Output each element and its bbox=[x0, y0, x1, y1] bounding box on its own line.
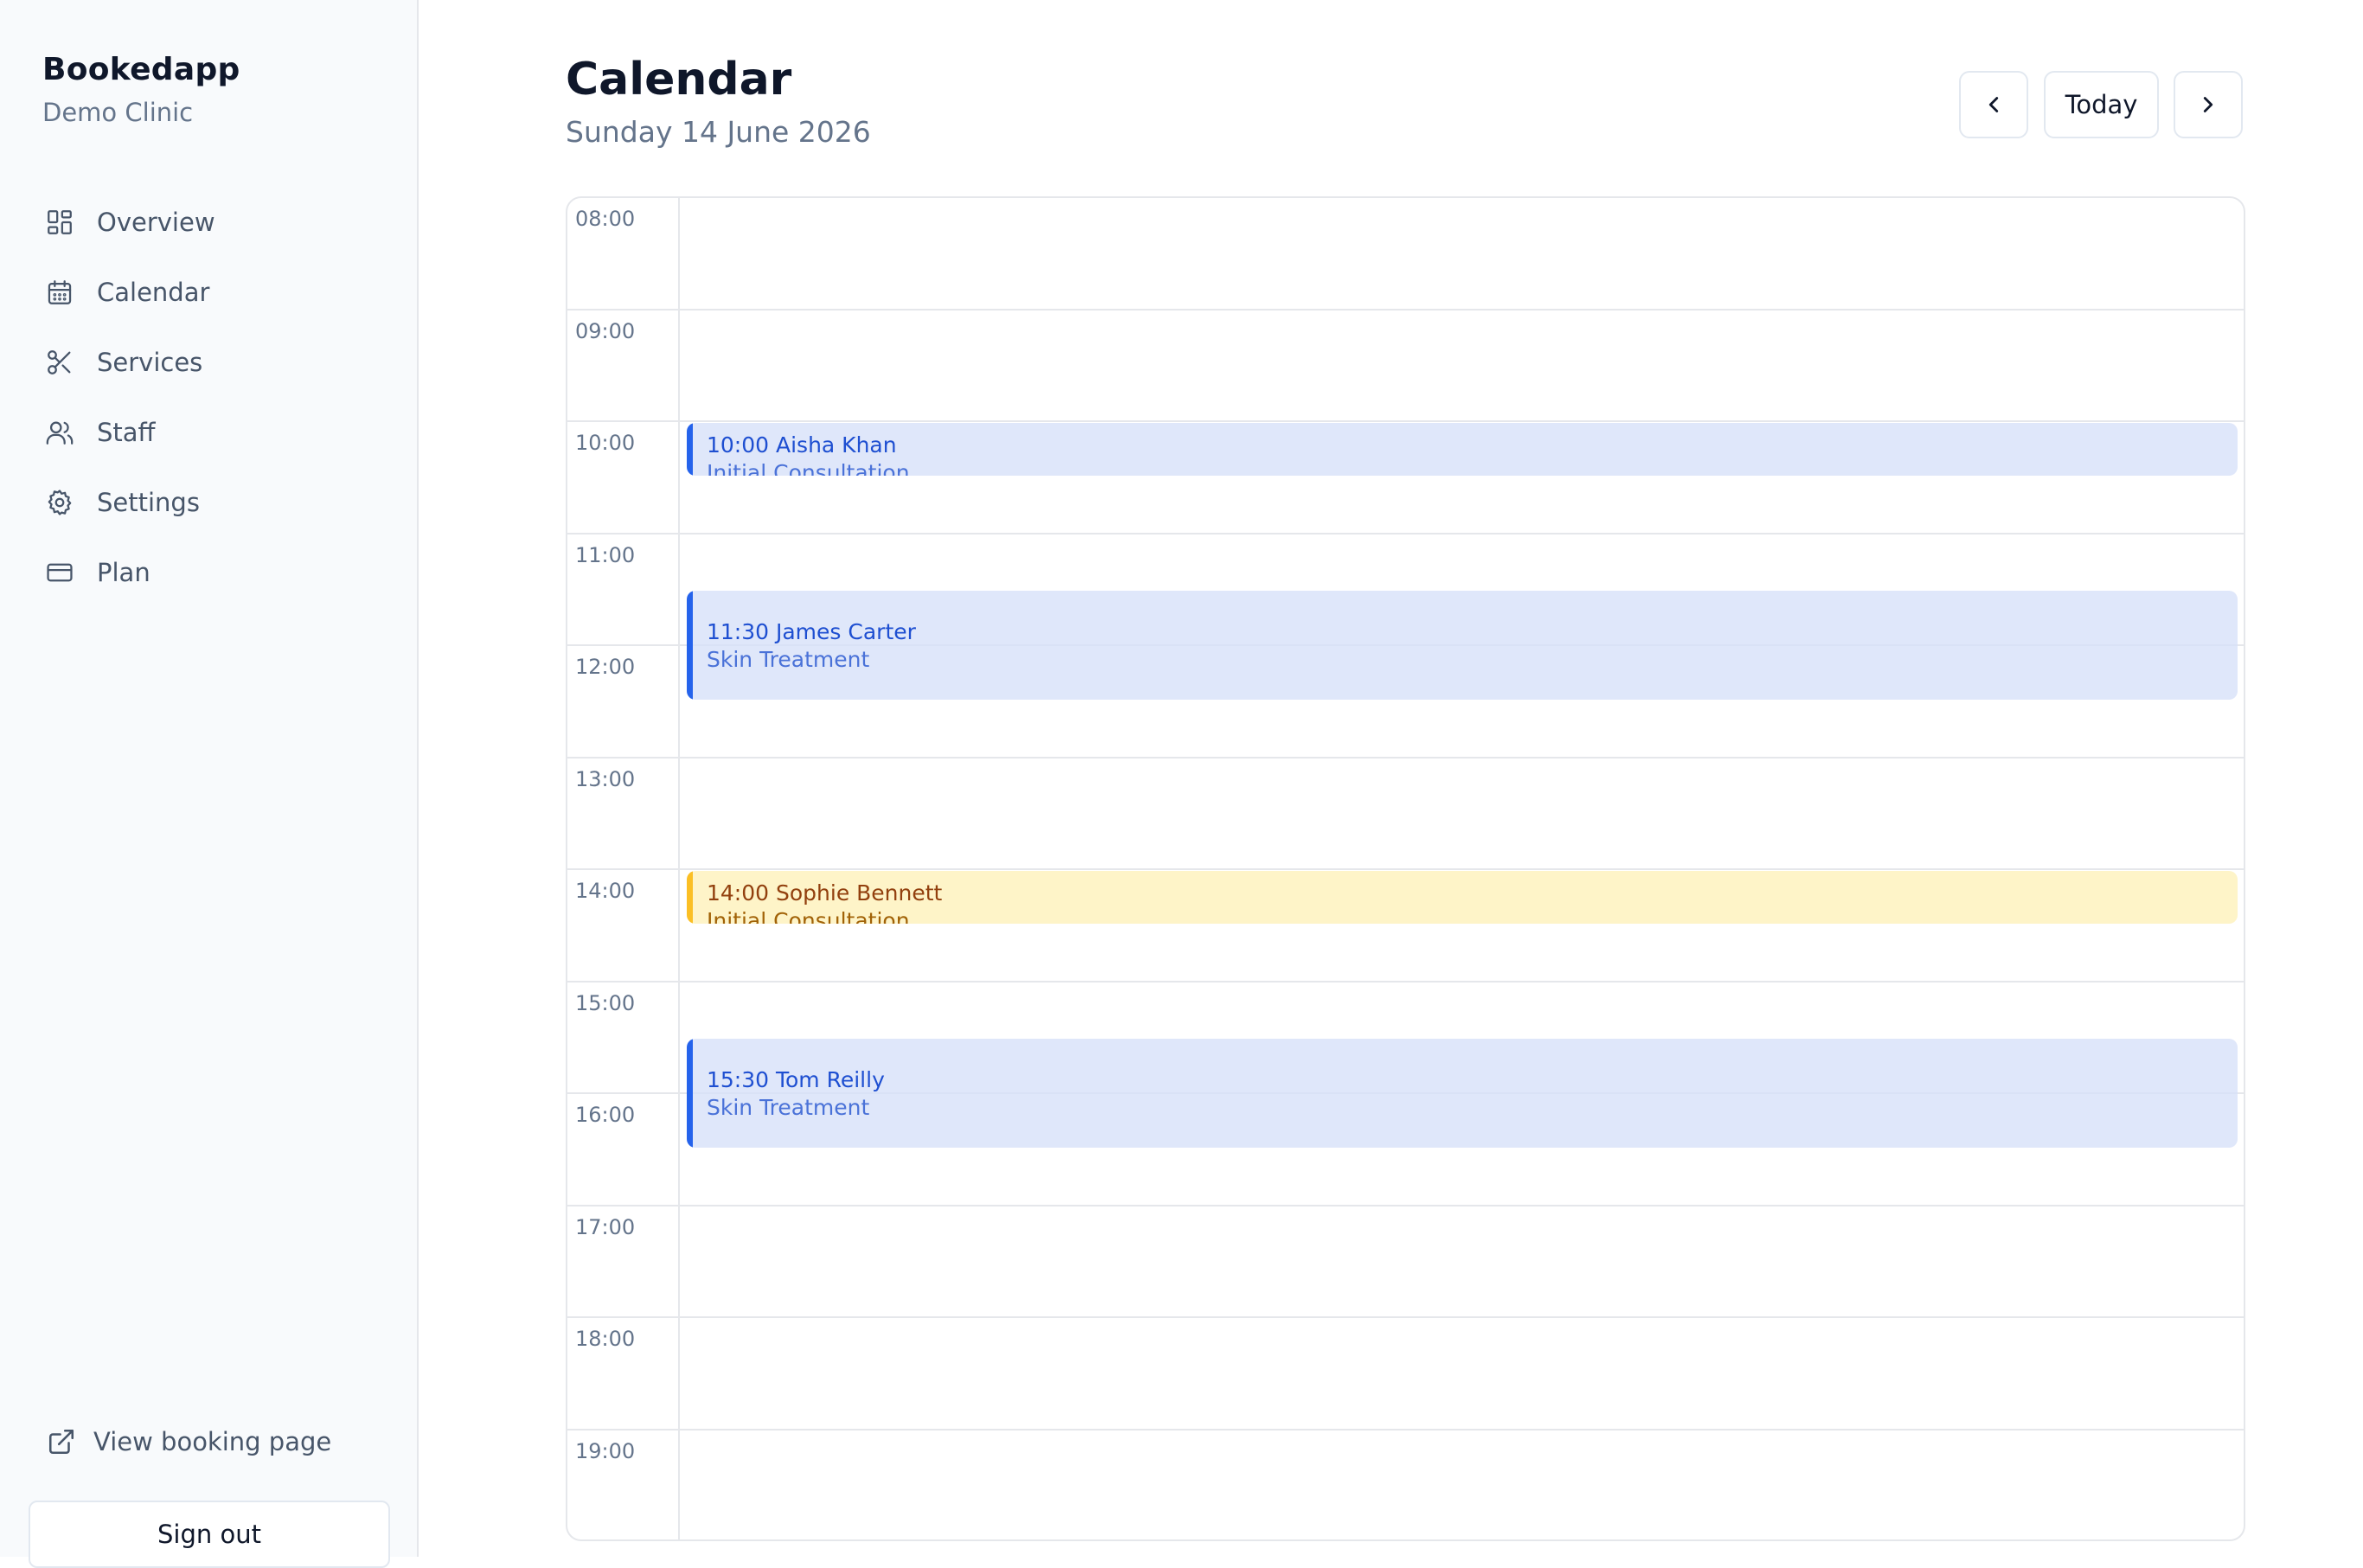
sidebar-item-label: Settings bbox=[97, 487, 200, 517]
event-service: Initial Consultation bbox=[707, 460, 910, 476]
event-title: 10:00 Aisha Khan bbox=[707, 432, 897, 458]
hour-slot[interactable]: 18:00 bbox=[567, 1318, 2244, 1430]
sidebar-item-staff[interactable]: Staff bbox=[45, 397, 391, 467]
next-day-button[interactable] bbox=[2174, 71, 2243, 138]
event-service: Skin Treatment bbox=[707, 1095, 870, 1121]
event-service: Skin Treatment bbox=[707, 647, 870, 673]
hour-label: 10:00 bbox=[575, 431, 636, 455]
sidebar-item-plan[interactable]: Plan bbox=[45, 537, 391, 607]
hour-slot[interactable]: 13:00 bbox=[567, 758, 2244, 870]
hour-label: 17:00 bbox=[575, 1214, 636, 1239]
hour-slot[interactable]: 19:00 bbox=[567, 1430, 2244, 1540]
event-color-bar bbox=[687, 591, 693, 700]
appointment-event[interactable]: 15:30 Tom Reilly Skin Treatment bbox=[687, 1039, 2238, 1148]
chevron-right-icon bbox=[2203, 97, 2213, 112]
hour-label: 14:00 bbox=[575, 879, 636, 903]
clinic-name: Demo Clinic bbox=[42, 98, 194, 127]
hour-slot[interactable]: 08:00 bbox=[567, 198, 2244, 310]
hour-label: 11:00 bbox=[575, 542, 636, 567]
event-color-bar bbox=[687, 1039, 693, 1148]
hour-label: 19:00 bbox=[575, 1438, 636, 1463]
sidebar-item-label: Plan bbox=[97, 557, 150, 587]
event-title: 14:00 Sophie Bennett bbox=[707, 880, 943, 906]
sidebar-item-services[interactable]: Services bbox=[45, 327, 391, 397]
day-calendar-grid: 08:00 09:00 10:00 11:00 12:00 13:00 14:00 15:00… bbox=[566, 196, 2245, 1541]
event-color-bar bbox=[687, 423, 693, 476]
view-booking-page-label: View booking page bbox=[93, 1427, 332, 1456]
sidebar-item-label: Calendar bbox=[97, 277, 210, 307]
hour-label: 18:00 bbox=[575, 1327, 636, 1351]
scissors-icon bbox=[48, 349, 71, 374]
sidebar-item-settings[interactable]: Settings bbox=[45, 467, 391, 537]
event-title: 15:30 Tom Reilly bbox=[707, 1067, 885, 1093]
brand-name: Bookedapp bbox=[42, 52, 240, 87]
event-service: Initial Consultation bbox=[707, 908, 910, 924]
sidebar-item-label: Overview bbox=[97, 207, 215, 237]
event-color-bar bbox=[687, 871, 693, 924]
sidebar-item-label: Services bbox=[97, 347, 203, 377]
sidebar-item-calendar[interactable]: Calendar bbox=[45, 257, 391, 327]
users-icon bbox=[46, 421, 74, 445]
hour-label: 09:00 bbox=[575, 318, 636, 343]
external-link-icon bbox=[48, 1429, 74, 1455]
previous-day-button[interactable] bbox=[1959, 71, 2028, 138]
hour-label: 08:00 bbox=[575, 207, 636, 231]
page-title: Calendar bbox=[566, 54, 792, 106]
hour-label: 12:00 bbox=[575, 655, 636, 679]
hour-label: 13:00 bbox=[575, 766, 636, 791]
credit-card-icon bbox=[47, 563, 73, 581]
appointment-event[interactable]: 11:30 James Carter Skin Treatment bbox=[687, 591, 2238, 700]
hour-slot[interactable]: 09:00 bbox=[567, 310, 2244, 422]
appointment-event[interactable]: 10:00 Aisha Khan Initial Consultation bbox=[687, 423, 2238, 476]
gear-icon bbox=[48, 489, 72, 515]
today-button[interactable]: Today bbox=[2044, 71, 2159, 138]
hour-slot[interactable]: 17:00 bbox=[567, 1206, 2244, 1318]
sidebar-item-overview[interactable]: Overview bbox=[45, 187, 391, 257]
appointment-event[interactable]: 14:00 Sophie Bennett Initial Consultation bbox=[687, 871, 2238, 924]
sidebar-nav: Overview Calendar Services Staff Setting… bbox=[45, 187, 391, 607]
grid-icon bbox=[48, 209, 72, 234]
hour-label: 16:00 bbox=[575, 1103, 636, 1127]
sidebar-item-label: Staff bbox=[97, 417, 156, 447]
hour-label: 15:00 bbox=[575, 990, 636, 1015]
view-booking-page-link[interactable]: View booking page bbox=[47, 1427, 331, 1456]
calendar-icon bbox=[48, 279, 72, 304]
current-date: Sunday 14 June 2026 bbox=[566, 115, 871, 149]
sidebar: Bookedapp Demo Clinic Overview Calendar bbox=[0, 0, 419, 1568]
sign-out-button[interactable]: Sign out bbox=[29, 1501, 390, 1568]
chevron-left-icon bbox=[1988, 97, 1999, 112]
event-title: 11:30 James Carter bbox=[707, 619, 916, 645]
